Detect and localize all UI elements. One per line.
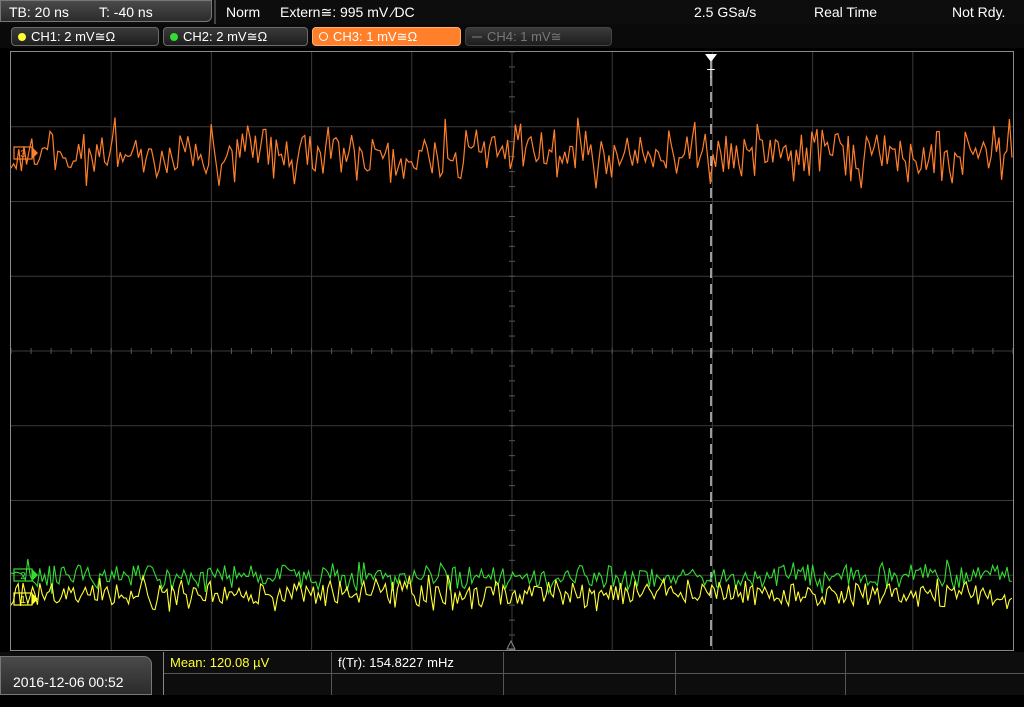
ch2-label: CH2: 2 mV≅Ω xyxy=(183,29,268,44)
trigger-marker-label: T xyxy=(707,66,715,81)
bottom-bar: 2016-12-06 00:52 Mean: 120.08 µV f(Tr): … xyxy=(0,652,1024,695)
channel-tab-ch1[interactable]: CH1: 2 mV≅Ω xyxy=(11,27,159,46)
trigger-mode[interactable]: Norm xyxy=(226,0,260,24)
ch4-indicator-icon xyxy=(472,36,482,38)
ch2-indicator-icon xyxy=(170,33,178,41)
ch3-ground-label: 3 xyxy=(20,149,26,160)
ch3-indicator-icon xyxy=(319,32,328,41)
channel-tab-ch2[interactable]: CH2: 2 mV≅Ω xyxy=(163,27,308,46)
trigger-offset-value: T: -40 ns xyxy=(99,4,153,20)
measurement-slot-3[interactable] xyxy=(504,652,676,673)
run-state[interactable]: Not Rdy. xyxy=(952,0,1005,24)
waveform-display[interactable]: T 3 2 1 xyxy=(10,51,1014,651)
ch1-label: CH1: 2 mV≅Ω xyxy=(31,29,116,44)
measurement-row xyxy=(164,674,1024,695)
ch1-ground-label: 1 xyxy=(20,595,26,606)
trigger-source[interactable]: Extern≅: 995 mV ∕DC xyxy=(280,0,415,24)
measurement-row: Mean: 120.08 µV f(Tr): 154.8227 mHz xyxy=(164,652,1024,674)
channel-tab-ch4[interactable]: CH4: 1 mV≅ xyxy=(465,27,612,46)
measurement-slot-9[interactable] xyxy=(676,674,846,695)
ch2-ground-label: 2 xyxy=(20,571,26,582)
status-bar: TB: 20 ns T: -40 ns Norm Extern≅: 995 mV… xyxy=(0,0,1024,24)
measurement-slot-4[interactable] xyxy=(676,652,846,673)
mean-measurement[interactable]: Mean: 120.08 µV xyxy=(164,652,332,673)
measurement-slot-10[interactable] xyxy=(846,674,1024,695)
timebase-panel[interactable]: TB: 20 ns T: -40 ns xyxy=(0,0,212,22)
acquisition-mode[interactable]: Real Time xyxy=(814,0,877,24)
channel-tab-bar: CH1: 2 mV≅Ω CH2: 2 mV≅Ω CH3: 1 mV≅Ω CH4:… xyxy=(0,24,1024,48)
ch4-label: CH4: 1 mV≅ xyxy=(487,29,562,44)
channel-tab-ch3[interactable]: CH3: 1 mV≅Ω xyxy=(312,27,461,46)
date-time-text: 2016-12-06 00:52 xyxy=(13,674,124,690)
ch3-label: CH3: 1 mV≅Ω xyxy=(333,29,418,44)
measurement-table[interactable]: Mean: 120.08 µV f(Tr): 154.8227 mHz xyxy=(163,652,1024,695)
ch1-indicator-icon xyxy=(18,33,26,41)
timebase-value: TB: 20 ns xyxy=(9,4,69,20)
measurement-slot-7[interactable] xyxy=(332,674,504,695)
horizontal-center-icon xyxy=(506,639,516,650)
sample-rate: 2.5 GSa/s xyxy=(694,4,757,20)
measurement-slot-5[interactable] xyxy=(846,652,1024,673)
status-divider xyxy=(214,0,216,24)
date-time-display: 2016-12-06 00:52 xyxy=(0,656,152,695)
waveform-svg: T 3 2 1 xyxy=(11,52,1013,650)
measurement-slot-6[interactable] xyxy=(164,674,332,695)
frequency-measurement[interactable]: f(Tr): 154.8227 mHz xyxy=(332,652,504,673)
measurement-slot-8[interactable] xyxy=(504,674,676,695)
trigger-position-icon[interactable] xyxy=(705,54,717,62)
